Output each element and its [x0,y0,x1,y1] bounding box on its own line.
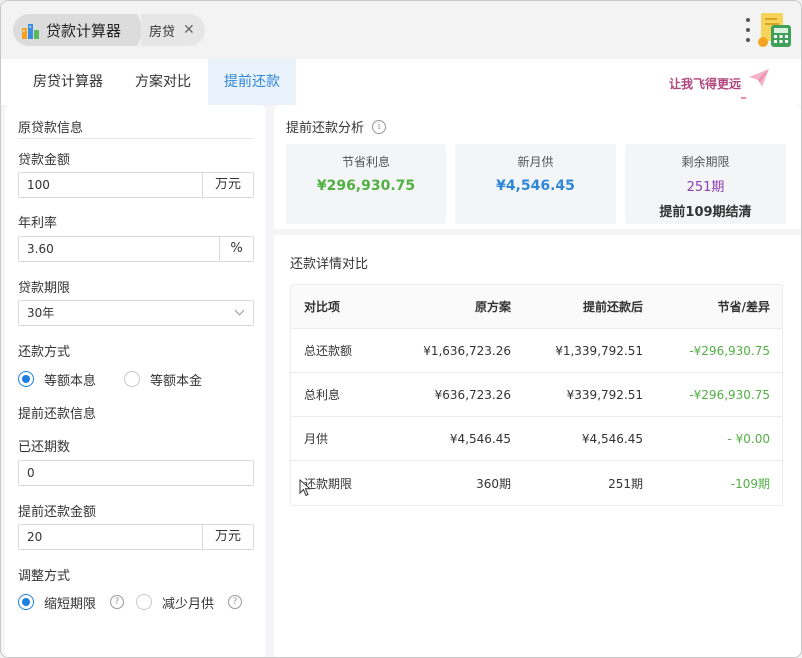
card-interest-saved: 节省利息 ¥296,930.75 [286,144,446,224]
app-title: 贷款计算器 [46,21,122,40]
table-row: 总还款额 ¥1,636,723.26 ¥1,339,792.51 -¥296,9… [291,329,782,373]
card-value: ¥4,546.45 [496,178,575,194]
info-icon[interactable]: i [372,119,387,134]
cell-item: 月供 [304,432,329,446]
section-original-loan: 原贷款信息 [18,121,84,136]
radio-equal-principal[interactable] [124,371,141,387]
help-icon-reduce-payment[interactable]: ? [228,595,243,609]
annual-rate-field[interactable]: 3.60 % [18,236,254,262]
cell-item: 总还款额 [304,344,353,358]
prepay-amount-label: 提前还款金额 [18,505,97,520]
cell-diff: - ¥0.00 [727,431,771,446]
radio-equal-installment-label[interactable]: 等额本息 [44,370,96,389]
annual-rate-input[interactable]: 3.60 [19,237,219,261]
close-icon[interactable]: ✕ [183,22,195,38]
cell-after: ¥4,546.45 [581,431,643,446]
card-label: 剩余期限 [681,155,730,169]
loan-amount-input[interactable]: 100 [19,173,202,197]
annual-rate-label: 年利率 [18,216,58,231]
tab-plan-comparison[interactable]: 方案对比 [119,59,207,105]
more-menu-icon[interactable] [745,18,751,42]
radio-equal-principal-label[interactable]: 等额本金 [150,370,202,389]
cell-after: 251期 [608,476,643,491]
adjust-method-label: 调整方式 [18,569,71,584]
table-row: 月供 ¥4,546.45 ¥4,546.45 - ¥0.00 [291,417,782,461]
prepay-amount-unit: 万元 [202,525,253,549]
card-value: 251期 [686,180,725,195]
details-title: 还款详情对比 [290,257,369,272]
building-chart-icon [22,24,39,39]
card-label: 节省利息 [341,155,390,169]
prepay-amount-field[interactable]: 20 万元 [18,524,254,550]
paper-plane-icon [749,69,769,87]
loan-term-label: 贷款期限 [18,281,71,296]
cell-item: 总利息 [304,388,341,402]
table-row: 总利息 ¥636,723.26 ¥339,792.51 -¥296,930.75 [291,373,782,417]
cell-original: ¥4,546.45 [449,431,511,446]
repay-method-label: 还款方式 [18,345,71,360]
loan-term-value: 30年 [27,306,55,320]
paid-periods-input[interactable]: 0 [19,461,253,485]
cell-diff: -109期 [730,476,770,491]
open-tab-label: 房贷 [149,24,176,40]
cell-original: ¥1,636,723.26 [423,343,511,358]
card-subtext: 提前109期结清 [659,205,752,220]
comparison-table: 对比项 原方案 提前还款后 节省/差异 总还款额 ¥1,636,723.26 ¥… [290,284,783,506]
promo-link[interactable]: 让我飞得更远 [669,75,741,92]
loan-amount-label: 贷款金额 [18,153,71,168]
loan-amount-field[interactable]: 100 万元 [18,172,254,198]
open-tab-mortgage[interactable]: 房贷 ✕ [141,14,205,46]
cell-diff: -¥296,930.75 [689,343,770,358]
section-gap [274,229,801,235]
cell-after: ¥1,339,792.51 [555,343,643,358]
calculator-document-icon [758,13,791,47]
radio-reduce-payment-label[interactable]: 减少月供 [162,593,214,612]
adjust-method-group: 缩短期限 ? 减少月供 ? [18,593,243,612]
app-window: 贷款计算器 房贷 ✕ 房贷计算器 方案对比 提前还款 让我飞得更远 原贷款信息 … [0,0,802,658]
title-bar: 贷款计算器 房贷 ✕ [1,1,801,59]
cell-after: ¥339,792.51 [566,387,643,402]
section-prepay-info: 提前还款信息 [18,407,97,422]
loan-term-select[interactable]: 30年 [18,300,254,326]
table-row: 还款期限 360期 251期 -109期 [291,461,782,505]
th-original: 原方案 [474,300,511,314]
radio-reduce-payment[interactable] [136,594,153,610]
promo-underline [741,97,746,99]
th-diff: 节省/差异 [717,300,770,314]
radio-equal-installment[interactable] [18,371,34,387]
breadcrumb: 贷款计算器 房贷 ✕ [13,14,205,46]
repay-method-group: 等额本息 等额本金 [18,370,202,389]
radio-shorten-term[interactable] [18,594,34,610]
cell-original: ¥636,723.26 [434,387,511,402]
tab-mortgage-calculator[interactable]: 房贷计算器 [17,59,119,105]
th-after: 提前还款后 [582,300,643,314]
card-remaining-term: 剩余期限 251期 提前109期结清 [625,144,786,224]
analysis-title: 提前还款分析 i [286,117,387,136]
table-header: 对比项 原方案 提前还款后 节省/差异 [291,285,782,329]
app-title-crumb[interactable]: 贷款计算器 [13,14,138,46]
cell-original: 360期 [476,476,511,491]
prepay-amount-input[interactable]: 20 [19,525,202,549]
help-icon-shorten-term[interactable]: ? [110,595,125,609]
analysis-panel: 提前还款分析 i 节省利息 ¥296,930.75 新月供 ¥4,546.45 … [274,105,801,657]
tab-prepayment[interactable]: 提前还款 [208,59,296,105]
mouse-cursor-icon [299,479,311,497]
cell-diff: -¥296,930.75 [689,387,770,402]
card-new-monthly: 新月供 ¥4,546.45 [455,144,616,224]
paid-periods-label: 已还期数 [18,440,71,455]
input-form-panel: 原贷款信息 贷款金额 100 万元 年利率 3.60 % 贷款期限 30年 还款… [5,105,266,657]
card-value: ¥296,930.75 [316,178,416,194]
paid-periods-field[interactable]: 0 [18,460,254,486]
loan-amount-unit: 万元 [202,173,253,197]
analysis-title-text: 提前还款分析 [286,121,365,136]
radio-shorten-term-label[interactable]: 缩短期限 [44,593,96,612]
annual-rate-unit: % [219,237,253,261]
card-label: 新月供 [517,155,554,169]
th-item: 对比项 [304,300,341,314]
divider [18,138,254,139]
